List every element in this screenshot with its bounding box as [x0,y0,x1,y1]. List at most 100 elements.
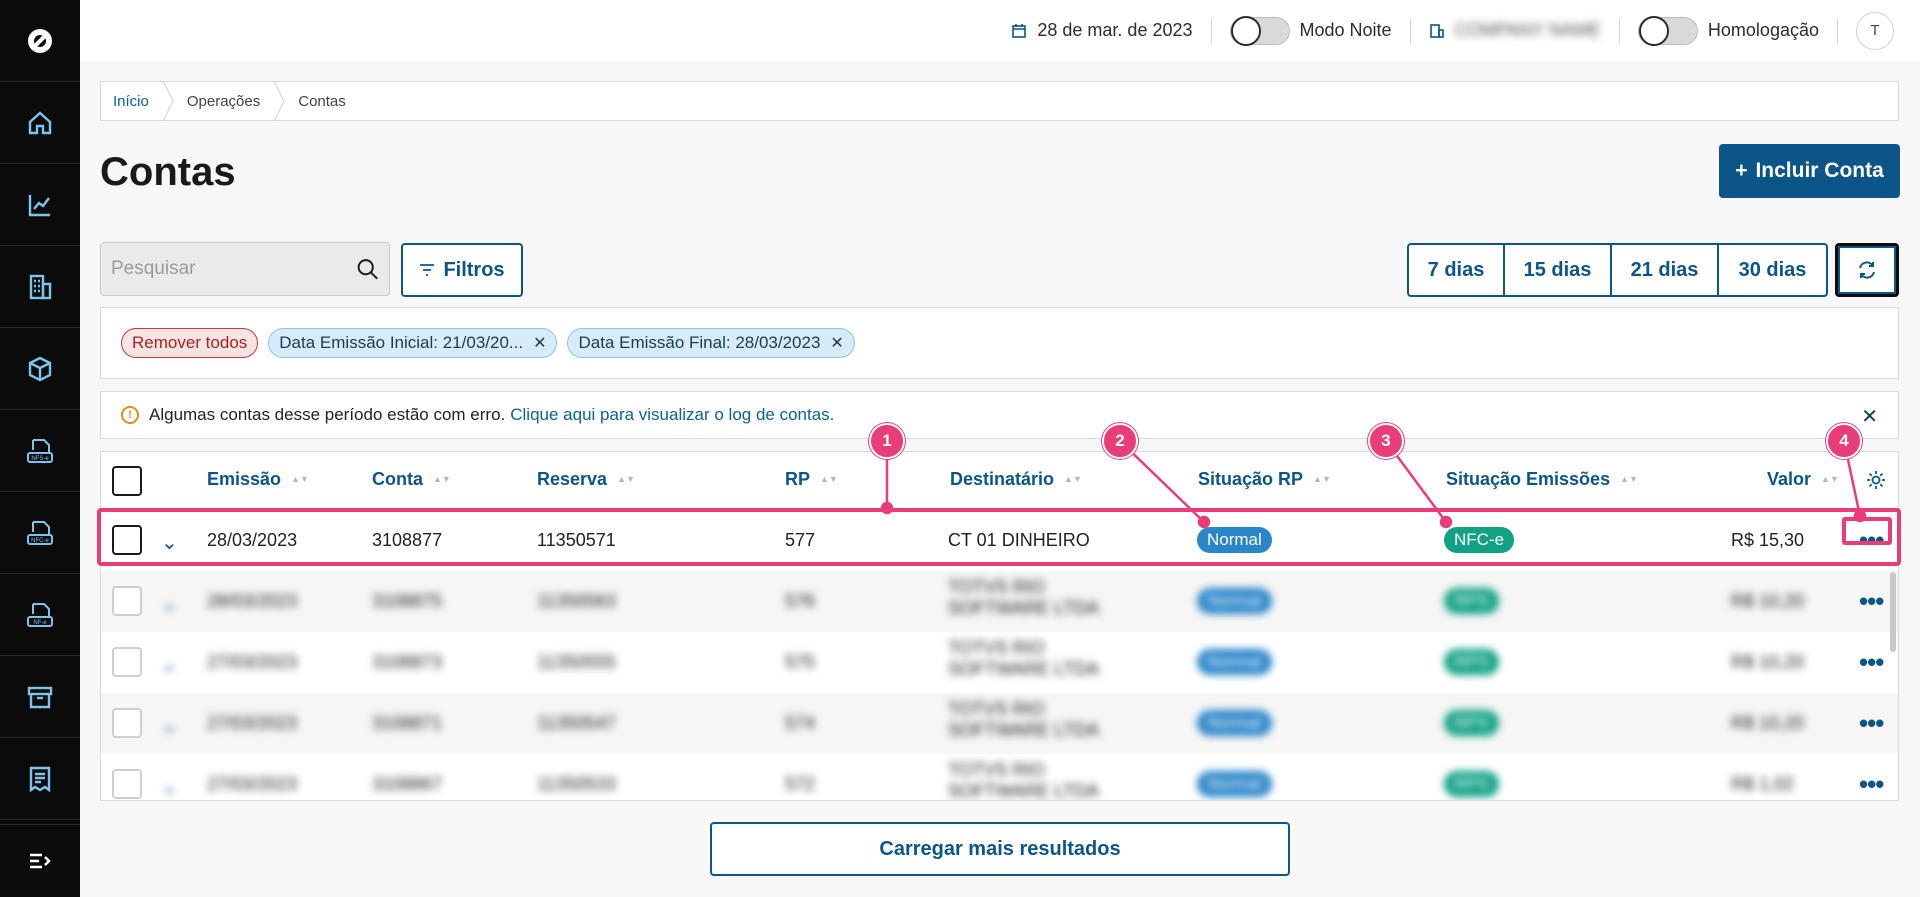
sidebar-item-archive[interactable] [0,656,80,738]
row-checkbox[interactable] [112,769,142,799]
add-account-label: Incluir Conta [1755,159,1884,182]
annotation-marker-2: 2 [1102,423,1138,459]
filter-icon [420,264,435,276]
close-icon[interactable]: ✕ [533,333,546,353]
chevron-down-icon[interactable]: ⌄ [161,774,178,799]
cell-reserva: 11350547 [537,713,616,733]
column-header-valor[interactable]: Valor ▲▼ [1767,469,1839,490]
cell-rp: 574 [785,713,816,733]
plus-icon: + [1735,159,1748,182]
table-row[interactable]: ⌄ 27/03/2023 3108871 11350547 574 TOTVS … [101,693,1898,754]
sidebar-item-dashboard[interactable] [0,164,80,246]
status-badge-rp: Normal [1197,771,1272,797]
chevron-down-icon[interactable]: ⌄ [161,713,178,738]
refresh-button[interactable] [1835,243,1899,297]
archive-icon [27,686,53,708]
column-header-situacao-emissoes[interactable]: Situação Emissões ▲▼ [1446,469,1638,490]
add-account-button[interactable]: + Incluir Conta [1719,144,1900,198]
homologation-switch[interactable]: Homologação [1620,15,1837,46]
sidebar-item-nfce[interactable]: NFC-e [0,492,80,574]
cell-rp: 572 [785,774,816,794]
sidebar-item-reports[interactable] [0,738,80,820]
cell-valor: R$ 10,20 [1731,652,1805,672]
nfse-icon: NFS-e [27,438,53,463]
row-checkbox[interactable] [112,586,142,616]
period-15-days-button[interactable]: 15 dias [1505,245,1612,295]
company-name: COMPANY NAME [1454,20,1601,40]
close-icon[interactable]: ✕ [1861,404,1878,429]
breadcrumb: Início Operações Contas [100,81,1899,121]
cell-destinatario: TOTVS RIO SOFTWARE LTDA [948,577,1100,618]
status-badge-emission: RPS [1444,771,1499,797]
status-badge-rp: Normal [1197,649,1272,675]
breadcrumb-item-home[interactable]: Início [113,93,149,110]
cell-rp: 576 [785,591,816,611]
company-selector[interactable]: COMPANY NAME [1411,20,1619,41]
column-header-reserva[interactable]: Reserva ▲▼ [537,469,635,490]
view-log-link[interactable]: Clique aqui para visualizar o log de con… [510,405,834,425]
breadcrumb-item-operations[interactable]: Operações [187,93,260,110]
cell-reserva: 11350533 [537,774,616,794]
sidebar-item-nfse[interactable]: NFS-e [0,410,80,492]
column-header-destinatario[interactable]: Destinatário ▲▼ [950,469,1082,490]
app-logo[interactable] [0,0,80,82]
more-actions-icon[interactable]: ••• [1859,769,1884,800]
column-header-rp[interactable]: RP ▲▼ [785,469,838,490]
search-icon[interactable] [356,256,379,282]
column-header-situacao-rp[interactable]: Situação RP ▲▼ [1198,469,1331,490]
error-alert: ! Algumas contas desse período estão com… [100,391,1899,439]
breadcrumb-separator-icon [273,81,285,121]
cell-valor: R$ 1,02 [1731,774,1795,794]
remove-all-filters-chip[interactable]: Remover todos [121,328,259,358]
breadcrumb-text: Operações [186,92,261,110]
column-header-conta[interactable]: Conta ▲▼ [372,469,451,490]
period-30-days-button[interactable]: 30 dias [1719,245,1826,295]
breadcrumb-link[interactable]: Início [113,93,149,110]
more-actions-icon[interactable]: ••• [1859,647,1884,678]
column-header-emissao[interactable]: Emissão ▲▼ [207,469,309,490]
period-21-days-button[interactable]: 21 dias [1612,245,1719,295]
sidebar-item-home[interactable] [0,82,80,164]
divider [1837,17,1838,44]
cell-valor: R$ 10,20 [1731,591,1805,611]
row-checkbox[interactable] [112,647,142,677]
period-7-days-button[interactable]: 7 dias [1409,245,1505,295]
date-text: 28 de mar. de 2023 [1037,20,1193,40]
sidebar: NFS-e NFC-e NF-e [0,0,80,897]
chevron-down-icon[interactable]: ⌄ [161,652,178,677]
filter-chip: Data Emissão Inicial: 21/03/20... ✕ [268,328,558,358]
chevron-down-icon[interactable]: ⌄ [161,591,178,616]
sort-icon: ▲▼ [433,474,451,484]
table-row[interactable]: ⌄ 27/03/2023 3108873 11350555 575 TOTVS … [101,632,1898,693]
receipt-icon [29,766,51,792]
top-bar: 28 de mar. de 2023 Modo Noite COMPANY NA… [80,0,1920,61]
more-actions-icon[interactable]: ••• [1859,708,1884,739]
sidebar-expand-button[interactable] [0,824,80,897]
expand-menu-icon [30,853,51,869]
avatar[interactable]: T [1856,11,1894,50]
status-badge-emission: RPS [1444,649,1499,675]
night-mode-toggle[interactable] [1229,15,1290,46]
table-row[interactable]: ⌄ 27/03/2023 3108867 11350533 572 TOTVS … [101,754,1898,800]
table-row[interactable]: ⌄ 28/03/2023 3108875 11350563 576 TOTVS … [101,571,1898,632]
active-filters-bar: Remover todos Data Emissão Inicial: 21/0… [100,307,1899,379]
gear-icon[interactable] [1865,469,1887,491]
close-icon[interactable]: ✕ [830,333,843,353]
highlight-actions-box [1842,517,1892,545]
nfce-icon: NFC-e [27,520,53,545]
table-scrollbar[interactable] [1890,572,1896,652]
homologation-toggle[interactable] [1637,15,1698,46]
search-box [100,242,390,296]
sidebar-item-company[interactable] [0,246,80,328]
sidebar-item-nfe[interactable]: NF-e [0,574,80,656]
night-mode-switch[interactable]: Modo Noite [1212,15,1410,46]
filters-button[interactable]: Filtros [401,243,523,297]
row-checkbox[interactable] [112,708,142,738]
load-more-button[interactable]: Carregar mais resultados [710,822,1290,876]
more-actions-icon[interactable]: ••• [1859,586,1884,617]
breadcrumb-text: Contas [298,92,346,110]
search-input[interactable] [111,258,356,280]
filter-chip: Data Emissão Final: 28/03/2023 ✕ [567,328,855,358]
sidebar-item-products[interactable] [0,328,80,410]
select-all-checkbox[interactable] [112,466,142,496]
